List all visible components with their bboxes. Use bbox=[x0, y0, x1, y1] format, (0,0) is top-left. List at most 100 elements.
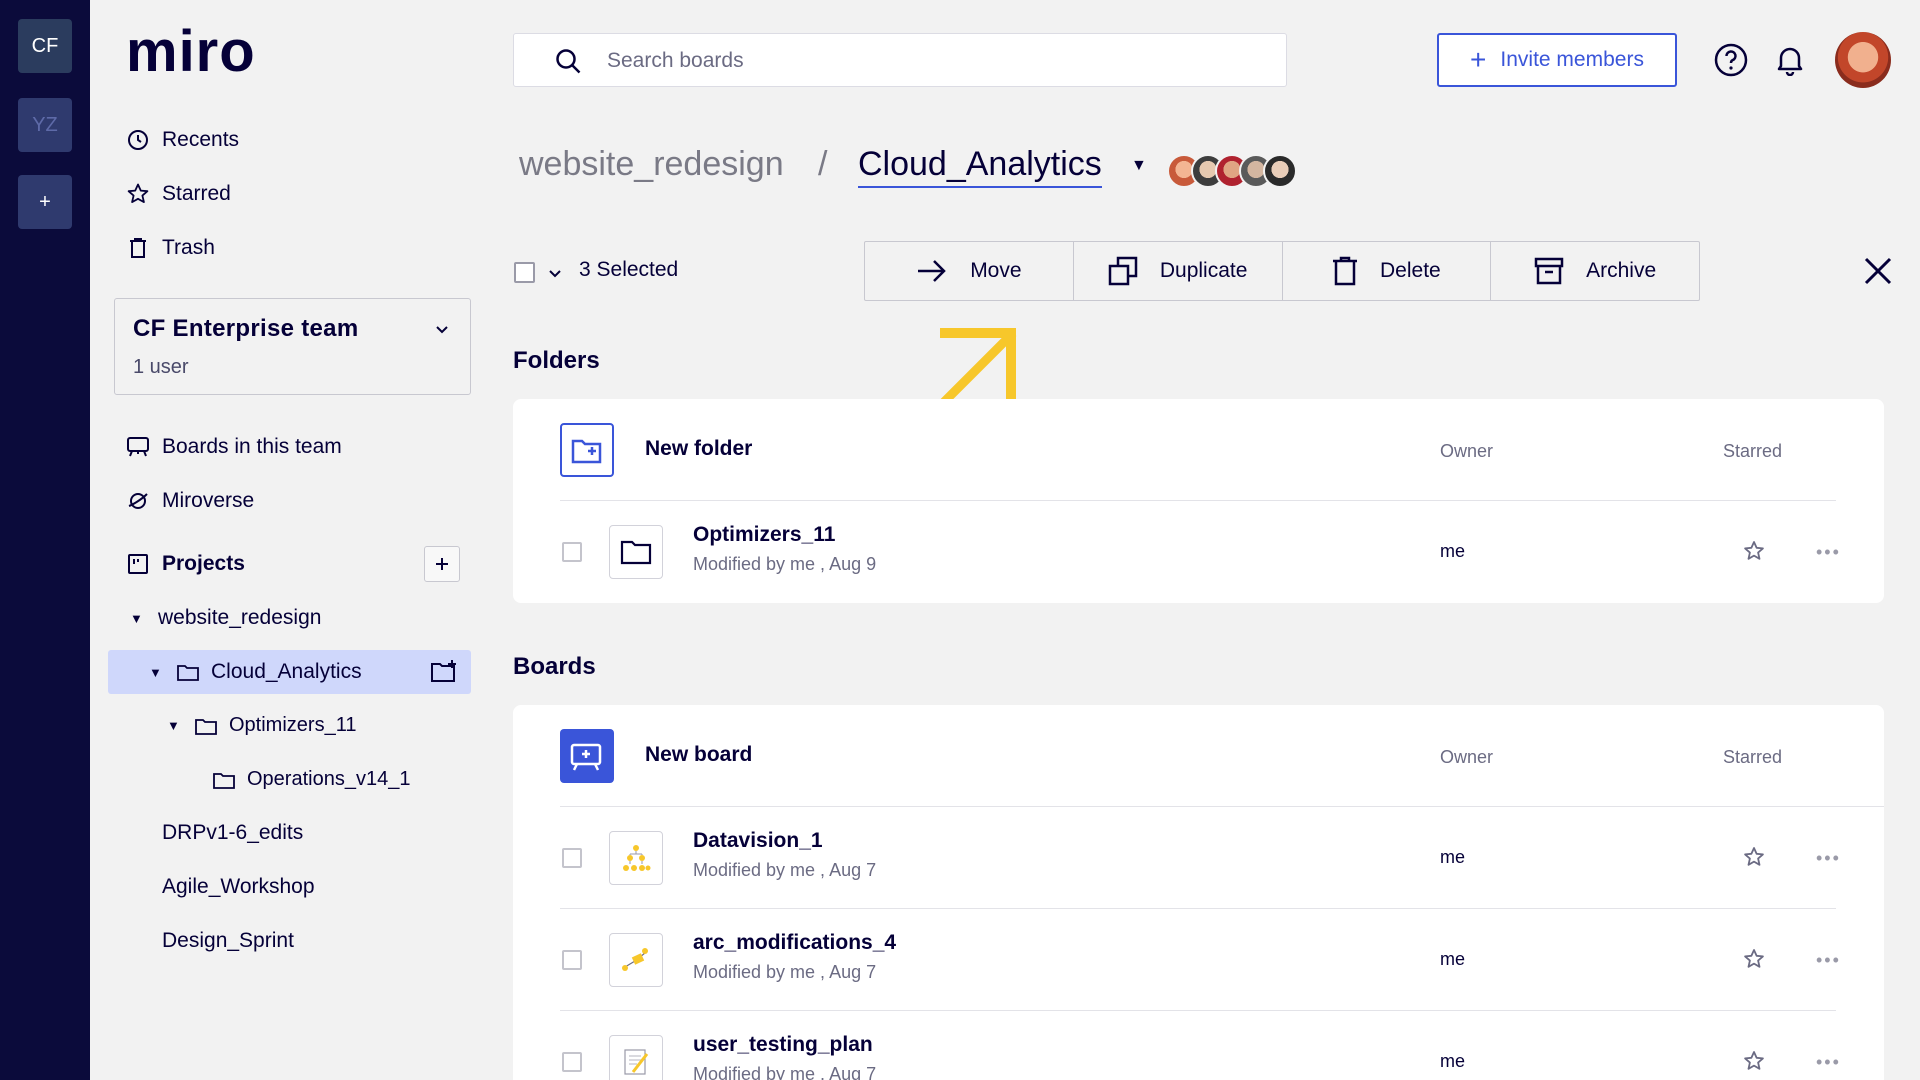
breadcrumb-current[interactable]: Cloud_Analytics bbox=[858, 145, 1102, 188]
more-options-icon[interactable]: ••• bbox=[1816, 543, 1841, 561]
board-thumbnail[interactable] bbox=[609, 933, 663, 987]
bell-icon[interactable] bbox=[1772, 42, 1808, 78]
action-label: Move bbox=[970, 259, 1022, 282]
owner-column-header[interactable]: Owner bbox=[1440, 747, 1493, 768]
close-icon[interactable] bbox=[1862, 255, 1894, 287]
nav-trash[interactable]: Trash bbox=[126, 236, 215, 260]
new-folder-icon[interactable] bbox=[430, 660, 460, 684]
more-options-icon[interactable]: ••• bbox=[1816, 951, 1841, 969]
breadcrumb-parent[interactable]: website_redesign bbox=[519, 145, 784, 184]
starred-column-header[interactable]: Starred bbox=[1723, 747, 1782, 768]
search-input[interactable] bbox=[607, 42, 1247, 80]
add-project-button[interactable] bbox=[424, 546, 460, 582]
planet-icon bbox=[126, 489, 150, 513]
archive-button[interactable]: Archive bbox=[1491, 242, 1699, 300]
folder-thumbnail[interactable] bbox=[609, 525, 663, 579]
owner-column-header[interactable]: Owner bbox=[1440, 441, 1493, 462]
workspace-yz[interactable]: YZ bbox=[18, 98, 72, 152]
help-icon[interactable] bbox=[1713, 42, 1749, 78]
new-folder-button[interactable] bbox=[560, 423, 614, 477]
board-row[interactable]: user_testing_plan Modified by me , Aug 7… bbox=[513, 1011, 1884, 1080]
projects-header[interactable]: Projects bbox=[126, 552, 245, 576]
new-board-button[interactable] bbox=[560, 729, 614, 783]
more-options-icon[interactable]: ••• bbox=[1816, 849, 1841, 867]
nav-label: Miroverse bbox=[162, 489, 255, 512]
board-row[interactable]: Datavision_1 Modified by me , Aug 7 me •… bbox=[513, 807, 1884, 909]
row-checkbox[interactable] bbox=[562, 848, 582, 868]
tree-label: website_redesign bbox=[158, 606, 322, 629]
projects-icon bbox=[126, 552, 150, 576]
star-icon[interactable] bbox=[1742, 947, 1766, 971]
starred-column-header[interactable]: Starred bbox=[1723, 441, 1782, 462]
miro-logo[interactable]: miro bbox=[126, 18, 256, 85]
tree-item-drpv1-6-edits[interactable]: DRPv1-6_edits bbox=[162, 821, 303, 845]
nav-label: Starred bbox=[162, 182, 231, 205]
nav-miroverse[interactable]: Miroverse bbox=[126, 489, 254, 513]
bulk-action-bar: Move Duplicate Delete Archive bbox=[864, 241, 1700, 301]
nav-boards-in-team[interactable]: Boards in this team bbox=[126, 435, 342, 459]
tree-item-website-redesign[interactable]: ▼ website_redesign bbox=[130, 606, 321, 630]
delete-button[interactable]: Delete bbox=[1283, 242, 1492, 300]
tree-item-optimizers-11[interactable]: ▼ Optimizers_11 bbox=[167, 714, 356, 737]
nav-label: Trash bbox=[162, 236, 215, 259]
action-label: Duplicate bbox=[1159, 259, 1248, 282]
tree-item-operations-v14-1[interactable]: Operations_v14_1 bbox=[213, 768, 410, 791]
tree-item-cloud-analytics[interactable]: ▼ Cloud_Analytics bbox=[149, 660, 362, 684]
nav-recents[interactable]: Recents bbox=[126, 128, 239, 152]
caret-down-icon[interactable]: ▼ bbox=[130, 611, 148, 626]
folder-row[interactable]: Optimizers_11 Modified by me , Aug 9 me … bbox=[513, 501, 1884, 603]
duplicate-button[interactable]: Duplicate bbox=[1074, 242, 1283, 300]
folder-name[interactable]: Optimizers_11 bbox=[693, 523, 835, 547]
team-user-count: 1 user bbox=[133, 356, 189, 378]
tree-item-agile-workshop[interactable]: Agile_Workshop bbox=[162, 875, 315, 899]
new-board-label[interactable]: New board bbox=[645, 743, 752, 767]
board-owner: me bbox=[1440, 949, 1466, 969]
star-icon[interactable] bbox=[1742, 1049, 1766, 1073]
search-bar[interactable] bbox=[513, 33, 1287, 87]
workspace-cf[interactable]: CF bbox=[18, 19, 72, 73]
team-name: CF Enterprise team bbox=[133, 315, 359, 342]
tree-label: Agile_Workshop bbox=[162, 875, 315, 898]
folders-header-row: New folder Owner Starred bbox=[513, 399, 1884, 501]
add-workspace-button[interactable]: + bbox=[18, 175, 72, 229]
caret-down-icon[interactable]: ▼ bbox=[1131, 157, 1147, 175]
star-icon[interactable] bbox=[1742, 845, 1766, 869]
board-row[interactable]: arc_modifications_4 Modified by me , Aug… bbox=[513, 909, 1884, 1011]
star-icon[interactable] bbox=[1742, 539, 1766, 563]
tree-label: DRPv1-6_edits bbox=[162, 821, 304, 844]
collaborator-avatar[interactable] bbox=[1263, 154, 1297, 188]
archive-icon bbox=[1534, 257, 1564, 285]
trash-icon bbox=[126, 236, 150, 260]
board-name[interactable]: arc_modifications_4 bbox=[693, 931, 896, 955]
folder-icon bbox=[213, 772, 235, 789]
move-button[interactable]: Move bbox=[865, 242, 1074, 300]
duplicate-icon bbox=[1108, 256, 1138, 286]
new-folder-label[interactable]: New folder bbox=[645, 437, 752, 461]
board-name[interactable]: user_testing_plan bbox=[693, 1033, 873, 1057]
org-chart-thumbnail-icon bbox=[623, 845, 651, 871]
board-name[interactable]: Datavision_1 bbox=[693, 829, 823, 853]
folder-icon bbox=[195, 718, 217, 735]
board-modified: Modified by me , Aug 7 bbox=[693, 1064, 877, 1080]
row-checkbox[interactable] bbox=[562, 542, 582, 562]
caret-down-icon[interactable]: ▼ bbox=[167, 718, 185, 733]
plus-icon: + bbox=[1470, 44, 1487, 75]
chevron-down-icon bbox=[436, 326, 448, 334]
row-checkbox[interactable] bbox=[562, 950, 582, 970]
chevron-down-icon[interactable] bbox=[548, 266, 562, 280]
row-checkbox[interactable] bbox=[562, 1052, 582, 1072]
select-all-checkbox[interactable] bbox=[514, 262, 535, 283]
team-switcher[interactable]: CF Enterprise team 1 user bbox=[114, 298, 471, 395]
caret-down-icon[interactable]: ▼ bbox=[149, 665, 167, 680]
user-avatar[interactable] bbox=[1835, 32, 1891, 88]
folders-section-title: Folders bbox=[513, 347, 600, 374]
board-thumbnail[interactable] bbox=[609, 1035, 663, 1080]
nav-label: Boards in this team bbox=[162, 435, 342, 458]
more-options-icon[interactable]: ••• bbox=[1816, 1053, 1841, 1071]
tree-item-design-sprint[interactable]: Design_Sprint bbox=[162, 929, 294, 953]
invite-members-button[interactable]: + Invite members bbox=[1437, 33, 1677, 87]
folder-icon bbox=[620, 540, 652, 565]
nav-starred[interactable]: Starred bbox=[126, 182, 231, 206]
folder-icon bbox=[177, 665, 199, 681]
board-thumbnail[interactable] bbox=[609, 831, 663, 885]
